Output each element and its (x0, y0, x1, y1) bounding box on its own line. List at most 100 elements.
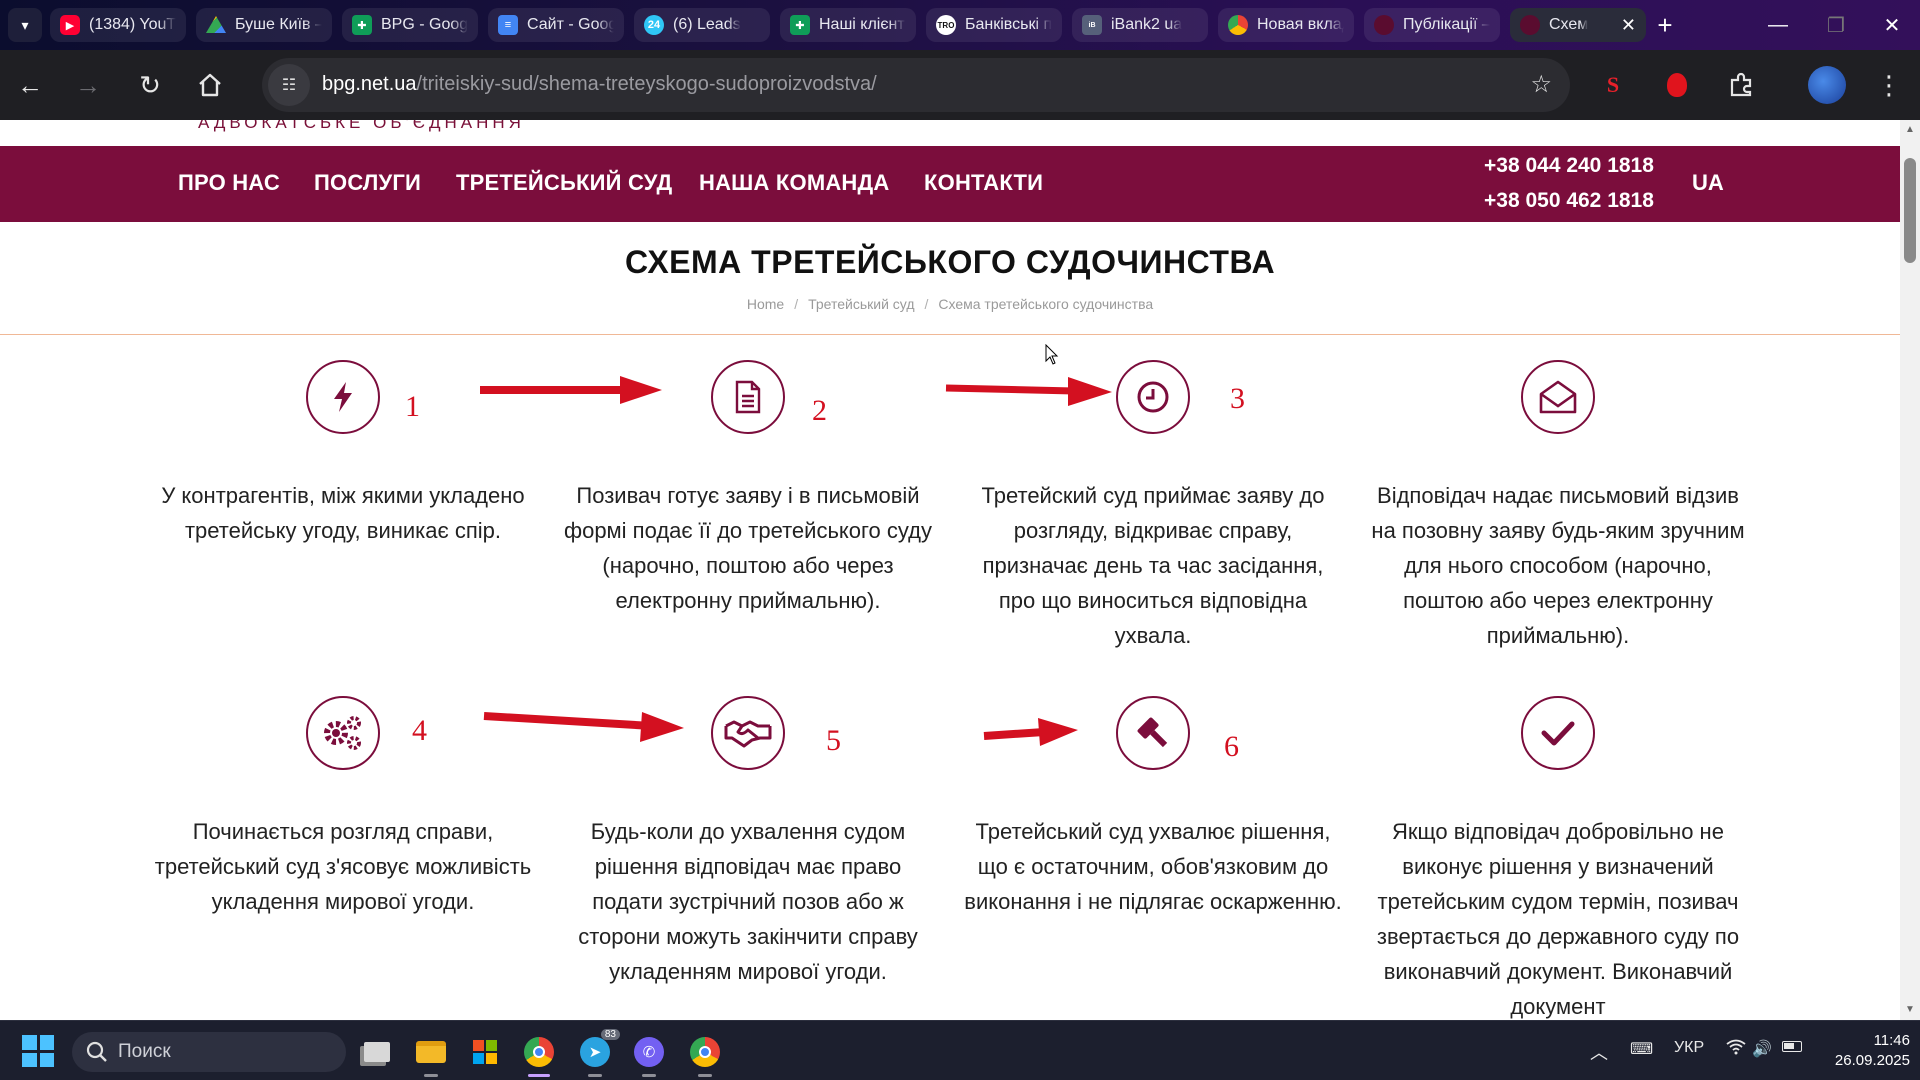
extensions-puzzle-icon[interactable] (1724, 68, 1758, 102)
main-navigation: ПРО НАС ПОСЛУГИ ТРЕТЕЙСЬКИЙ СУД НАША КОМ… (0, 146, 1900, 222)
scroll-up-arrow[interactable]: ▲ (1904, 124, 1916, 136)
tab-title: Банківські п (965, 16, 1052, 33)
nav-item-arbitration-court[interactable]: ТРЕТЕЙСЬКИЙ СУД (456, 170, 672, 196)
step-number: 1 (405, 390, 420, 423)
step-number: 2 (812, 394, 827, 427)
profile-avatar[interactable] (1808, 66, 1846, 104)
phone-link[interactable]: +38 044 240 1818 (1484, 154, 1654, 178)
file-explorer-icon[interactable] (410, 1031, 452, 1077)
browser-tab-active[interactable]: Схем ✕ (1510, 8, 1646, 42)
nav-item-contacts[interactable]: КОНТАКТИ (924, 170, 1043, 196)
extension-icon[interactable]: S (1596, 68, 1630, 102)
youtube-icon: ▶ (60, 15, 80, 35)
address-bar[interactable]: ☷ bpg.net.ua/triteiskiy-sud/shema-tretey… (262, 58, 1570, 112)
keyboard-icon[interactable]: ⌨ (1630, 1039, 1653, 1059)
tab-title: Буше Київ – (235, 16, 322, 33)
browser-tab[interactable]: ▶ (1384) YouTube (50, 8, 186, 42)
step-number: 5 (826, 724, 841, 757)
step-description: Позивач готує заяву і в письмовій формі … (563, 483, 933, 613)
close-icon[interactable]: ✕ (1621, 15, 1636, 36)
microsoft-store-icon[interactable] (464, 1031, 506, 1073)
system-clock[interactable]: 11:46 26.09.2025 (1810, 1031, 1910, 1071)
close-window-button[interactable]: ✕ (1862, 0, 1920, 50)
clock-time: 11:46 (1873, 1032, 1910, 1049)
tro-icon: TRO (936, 15, 956, 35)
battery-icon[interactable] (1782, 1039, 1802, 1057)
tab-title: Публікації – (1403, 16, 1490, 33)
extension-icon[interactable] (1660, 68, 1694, 102)
browser-tab[interactable]: ≡ Сайт - Google (488, 8, 624, 42)
google-sheets-icon: ✚ (352, 15, 372, 35)
breadcrumb-home[interactable]: Home (747, 296, 784, 312)
bitrix24-icon: 24 (644, 15, 664, 35)
task-view-icon[interactable] (356, 1031, 398, 1073)
phone-link[interactable]: +38 050 462 1818 (1484, 189, 1654, 213)
browser-tab[interactable]: iB iBank2 ua (1072, 8, 1208, 42)
red-arrow (983, 718, 1078, 746)
red-arrow (945, 377, 1112, 406)
windows-start-button[interactable] (22, 1035, 54, 1067)
google-sheets-icon: ✚ (790, 15, 810, 35)
nav-item-about[interactable]: ПРО НАС (178, 170, 280, 196)
minimize-button[interactable]: — (1748, 0, 1808, 50)
nav-item-team[interactable]: НАША КОМАНДА (699, 170, 890, 196)
breadcrumb-arbitration-court[interactable]: Третейський суд (808, 296, 914, 312)
back-button[interactable]: ← (10, 65, 50, 105)
input-language[interactable]: УКР (1674, 1039, 1704, 1057)
reload-button[interactable]: ↻ (130, 65, 170, 105)
tab-title: Схем (1549, 16, 1589, 33)
chevron-up-icon[interactable]: ︿ (1590, 1039, 1608, 1065)
tab-title: BPG - Google (381, 16, 468, 33)
gears-icon (306, 696, 380, 770)
page-scrollbar[interactable]: ▲ ▼ (1900, 120, 1920, 1020)
tab-title: (1384) YouTube (89, 16, 176, 33)
tab-title: iBank2 ua (1111, 16, 1183, 33)
viber-icon[interactable]: ✆ (628, 1031, 670, 1077)
scroll-down-arrow[interactable]: ▼ (1904, 1004, 1916, 1016)
new-tab-button[interactable]: + (1648, 8, 1682, 42)
red-arrow (483, 712, 684, 742)
browser-tab[interactable]: ✚ BPG - Google (342, 8, 478, 42)
step-number: 3 (1230, 382, 1245, 415)
site-info-button[interactable]: ☷ (268, 64, 310, 106)
chrome-profile-icon[interactable] (684, 1031, 726, 1077)
step-description: Третейский суд приймає заяву до розгляду… (981, 483, 1325, 648)
telegram-icon[interactable]: ➤ 83 (574, 1029, 620, 1077)
browser-tab[interactable]: Буше Київ – (196, 8, 332, 42)
taskbar-search[interactable]: Поиск (72, 1032, 346, 1072)
step-number: 4 (412, 714, 427, 747)
browser-tab[interactable]: Новая вклад (1218, 8, 1354, 42)
step-description: Якщо відповідач добровільно не виконує р… (1376, 819, 1740, 1019)
tune-icon: ☷ (281, 77, 297, 94)
search-placeholder: Поиск (118, 1041, 171, 1062)
bookmark-star-icon[interactable]: ☆ (1530, 70, 1552, 99)
maximize-button[interactable]: ❐ (1806, 0, 1866, 50)
gavel-icon (1116, 696, 1190, 770)
chrome-taskbar-icon[interactable] (518, 1031, 560, 1077)
browser-tab[interactable]: TRO Банківські п (926, 8, 1062, 42)
home-icon (199, 73, 221, 97)
scrollbar-thumb[interactable] (1904, 158, 1916, 263)
tab-search-button[interactable]: ▾ (8, 8, 42, 42)
volume-icon[interactable]: 🔊 (1752, 1039, 1772, 1059)
clock-icon (1116, 360, 1190, 434)
envelope-open-icon (1521, 360, 1595, 434)
language-switcher[interactable]: UA (1692, 170, 1724, 196)
step-description: Третейський суд ухвалює рішення, що є ос… (964, 819, 1342, 914)
url-text[interactable]: bpg.net.ua/triteiskiy-sud/shema-treteysk… (322, 73, 877, 96)
forward-button[interactable]: → (68, 65, 108, 105)
nav-item-services[interactable]: ПОСЛУГИ (314, 170, 421, 196)
browser-tab[interactable]: 24 (6) Leads (634, 8, 770, 42)
browser-tab[interactable]: Публікації – (1364, 8, 1500, 42)
divider (0, 334, 1900, 335)
browser-tab[interactable]: ✚ Наші клієнти (780, 8, 916, 42)
menu-dots-icon[interactable]: ⋮ (1872, 68, 1906, 102)
step-description: Починається розгляд справи, третейський … (154, 819, 532, 914)
home-button[interactable] (190, 65, 230, 105)
step-description: Відповідач надає письмовий відзив на поз… (1371, 483, 1745, 648)
red-arrow (480, 376, 662, 404)
step-description: Будь-коли до ухвалення судом рішення від… (578, 819, 918, 984)
wifi-icon[interactable] (1726, 1039, 1746, 1060)
browser-tab-strip: ▾ ▶ (1384) YouTube Буше Київ – ✚ BPG - G… (0, 0, 1920, 50)
tab-title: (6) Leads (673, 16, 741, 33)
